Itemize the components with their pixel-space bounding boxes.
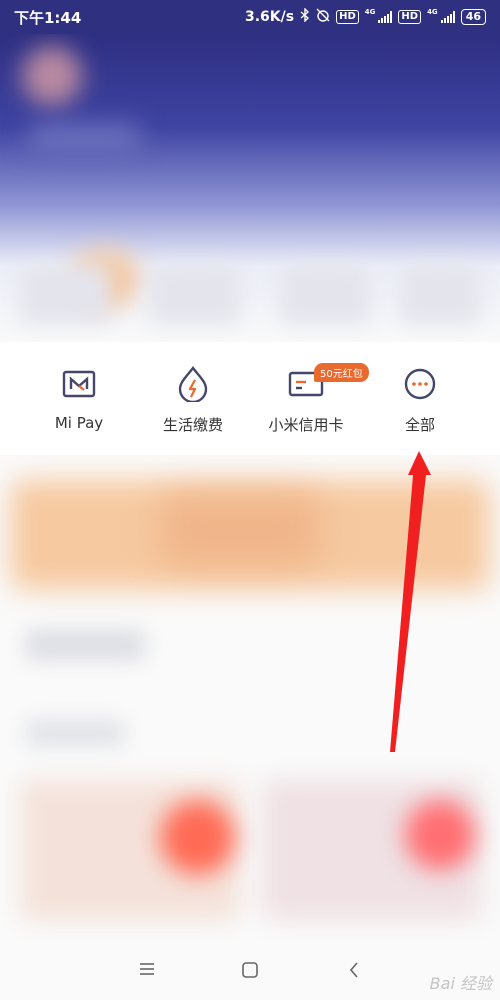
- annotation-arrow: [390, 451, 431, 752]
